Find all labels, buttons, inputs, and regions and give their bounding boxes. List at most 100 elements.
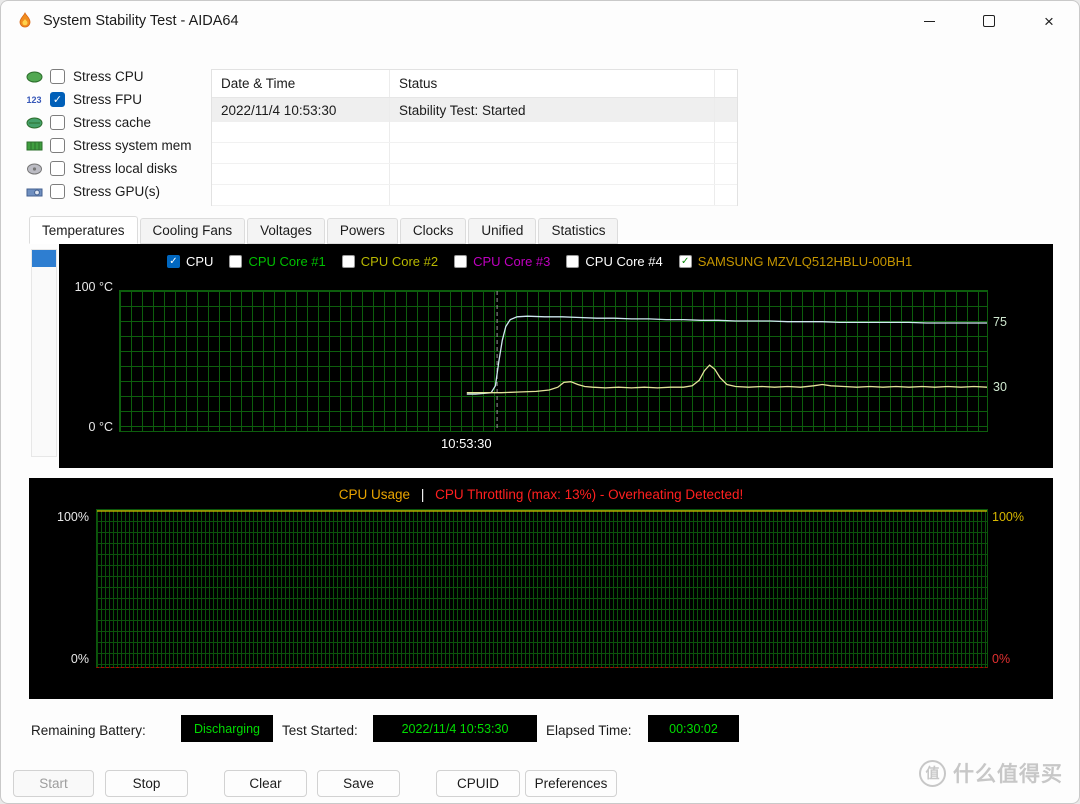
stress-gpu-checkbox[interactable]: [50, 184, 65, 199]
legend-cpu-label[interactable]: CPU: [186, 254, 213, 269]
log-row-empty: [212, 185, 737, 206]
stress-cache-checkbox[interactable]: [50, 115, 65, 130]
sensor-list-selected-item: [32, 250, 56, 267]
minimize-icon: [923, 20, 935, 22]
clear-button[interactable]: Clear: [224, 770, 307, 797]
stress-disks-checkbox[interactable]: [50, 161, 65, 176]
stress-option-disks: Stress local disks: [23, 157, 192, 180]
cache-icon: [23, 117, 45, 129]
usage-series-svg: [97, 510, 987, 512]
legend-cpu-core3-label[interactable]: CPU Core #3: [473, 254, 550, 269]
cpuid-button[interactable]: CPUID: [436, 770, 520, 797]
save-button[interactable]: Save: [317, 770, 400, 797]
aida64-flame-icon: [17, 12, 33, 30]
gpu-icon: [23, 186, 45, 198]
temperature-chart: CPU CPU Core #1 CPU Core #2 CPU Core #3 …: [59, 244, 1053, 468]
legend-cpu-core3-checkbox[interactable]: [454, 255, 468, 268]
stress-fpu-label[interactable]: Stress FPU: [73, 92, 142, 107]
tab-clocks[interactable]: Clocks: [399, 218, 467, 244]
usage-title-left: CPU Usage: [338, 487, 411, 502]
fpu-123-icon: 123: [26, 94, 42, 105]
stress-gpu-label[interactable]: Stress GPU(s): [73, 184, 160, 199]
watermark-text: 什么值得买: [953, 763, 1063, 786]
maximize-icon: [983, 15, 995, 27]
log-row-empty: [212, 122, 737, 143]
sensor-list-strip: [31, 249, 57, 457]
stress-option-memory: Stress system mem: [23, 134, 192, 157]
legend-cpu-core2-label[interactable]: CPU Core #2: [361, 254, 438, 269]
usage-title-separator: |: [420, 487, 425, 502]
titlebar: System Stability Test - AIDA64 ×: [1, 1, 1079, 41]
stop-button[interactable]: Stop: [105, 770, 188, 797]
memory-icon: [23, 140, 45, 152]
legend-cpu-core1-checkbox[interactable]: [229, 255, 243, 268]
stress-options-panel: Stress CPU 123 Stress FPU Stress cache S…: [23, 65, 192, 203]
tab-cooling-fans[interactable]: Cooling Fans: [139, 218, 246, 244]
log-cell-status: Stability Test: Started: [390, 98, 715, 122]
usage-right-min-label: 0%: [992, 652, 1011, 666]
battery-label: Remaining Battery:: [31, 723, 146, 738]
minimize-button[interactable]: [899, 1, 959, 41]
watermark-badge-icon: 值: [919, 759, 946, 787]
log-table-header: Date & Time Status: [212, 70, 737, 98]
temp-axis-min-label: 0 °C: [88, 420, 113, 434]
stress-cpu-label[interactable]: Stress CPU: [73, 69, 144, 84]
stress-option-fpu: 123 Stress FPU: [23, 88, 192, 111]
elapsed-time-value-box: 00:30:02: [648, 715, 739, 742]
throttling-alert-text: CPU Throttling (max: 13%) - Overheating …: [435, 487, 744, 502]
legend-cpu-core3: CPU Core #3: [454, 254, 550, 269]
stress-memory-checkbox[interactable]: [50, 138, 65, 153]
stress-cache-label[interactable]: Stress cache: [73, 115, 151, 130]
usage-chart-title: CPU Usage | CPU Throttling (max: 13%) - …: [29, 487, 1053, 502]
legend-cpu-core1-label[interactable]: CPU Core #1: [248, 254, 325, 269]
usage-plot-area: [96, 509, 988, 668]
temperature-series-svg: [466, 291, 987, 431]
tab-statistics[interactable]: Statistics: [538, 218, 619, 244]
legend-samsung-ssd-label[interactable]: SAMSUNG MZVLQ512HBLU-00BH1: [698, 254, 913, 269]
event-log-table: Date & Time Status 2022/11/4 10:53:30 St…: [211, 69, 738, 206]
tab-powers[interactable]: Powers: [326, 218, 398, 244]
log-col-status: Status: [390, 70, 715, 97]
watermark: 值 什么值得买: [919, 758, 1063, 788]
stress-option-cache: Stress cache: [23, 111, 192, 134]
window-title: System Stability Test - AIDA64: [43, 13, 239, 29]
legend-cpu-core2: CPU Core #2: [341, 254, 438, 269]
legend-cpu-core1: CPU Core #1: [229, 254, 326, 269]
legend-cpu-core4-label[interactable]: CPU Core #4: [585, 254, 662, 269]
stress-disks-label[interactable]: Stress local disks: [73, 161, 177, 176]
tab-voltages[interactable]: Voltages: [247, 218, 325, 244]
stress-fpu-checkbox[interactable]: [50, 92, 65, 107]
chart-tabs: Temperatures Cooling Fans Voltages Power…: [29, 216, 620, 244]
cpu-icon: [23, 71, 45, 83]
battery-value-box: Discharging: [181, 715, 273, 742]
disk-icon: [23, 163, 45, 175]
start-button[interactable]: Start: [13, 770, 94, 797]
close-button[interactable]: ×: [1019, 1, 1079, 41]
close-icon: ×: [1044, 11, 1054, 31]
log-col-spacer: [715, 70, 737, 97]
app-window: System Stability Test - AIDA64 × Stress …: [0, 0, 1080, 804]
log-row-empty: [212, 164, 737, 185]
stress-option-gpu: Stress GPU(s): [23, 180, 192, 203]
log-row[interactable]: 2022/11/4 10:53:30 Stability Test: Start…: [212, 98, 737, 122]
legend-cpu-core2-checkbox[interactable]: [341, 255, 355, 268]
legend-cpu-core4-checkbox[interactable]: [566, 255, 580, 268]
log-row-empty: [212, 143, 737, 164]
maximize-button[interactable]: [959, 1, 1019, 41]
legend-cpu-checkbox[interactable]: [167, 255, 180, 268]
preferences-button[interactable]: Preferences: [525, 770, 617, 797]
temp-time-label: 10:53:30: [441, 436, 492, 451]
test-started-label: Test Started:: [282, 723, 358, 738]
log-col-datetime: Date & Time: [212, 70, 390, 97]
temp-right-label-30: 30: [993, 380, 1007, 394]
log-cell-datetime: 2022/11/4 10:53:30: [212, 98, 390, 122]
elapsed-time-label: Elapsed Time:: [546, 723, 632, 738]
test-started-value-box: 2022/11/4 10:53:30: [373, 715, 537, 742]
tab-unified[interactable]: Unified: [468, 218, 537, 244]
legend-cpu: CPU: [167, 254, 213, 269]
stress-memory-label[interactable]: Stress system mem: [73, 138, 192, 153]
legend-samsung-ssd-checkbox[interactable]: [678, 255, 692, 268]
stress-cpu-checkbox[interactable]: [50, 69, 65, 84]
tab-temperatures[interactable]: Temperatures: [29, 216, 138, 244]
temperature-plot-area: [119, 290, 988, 432]
